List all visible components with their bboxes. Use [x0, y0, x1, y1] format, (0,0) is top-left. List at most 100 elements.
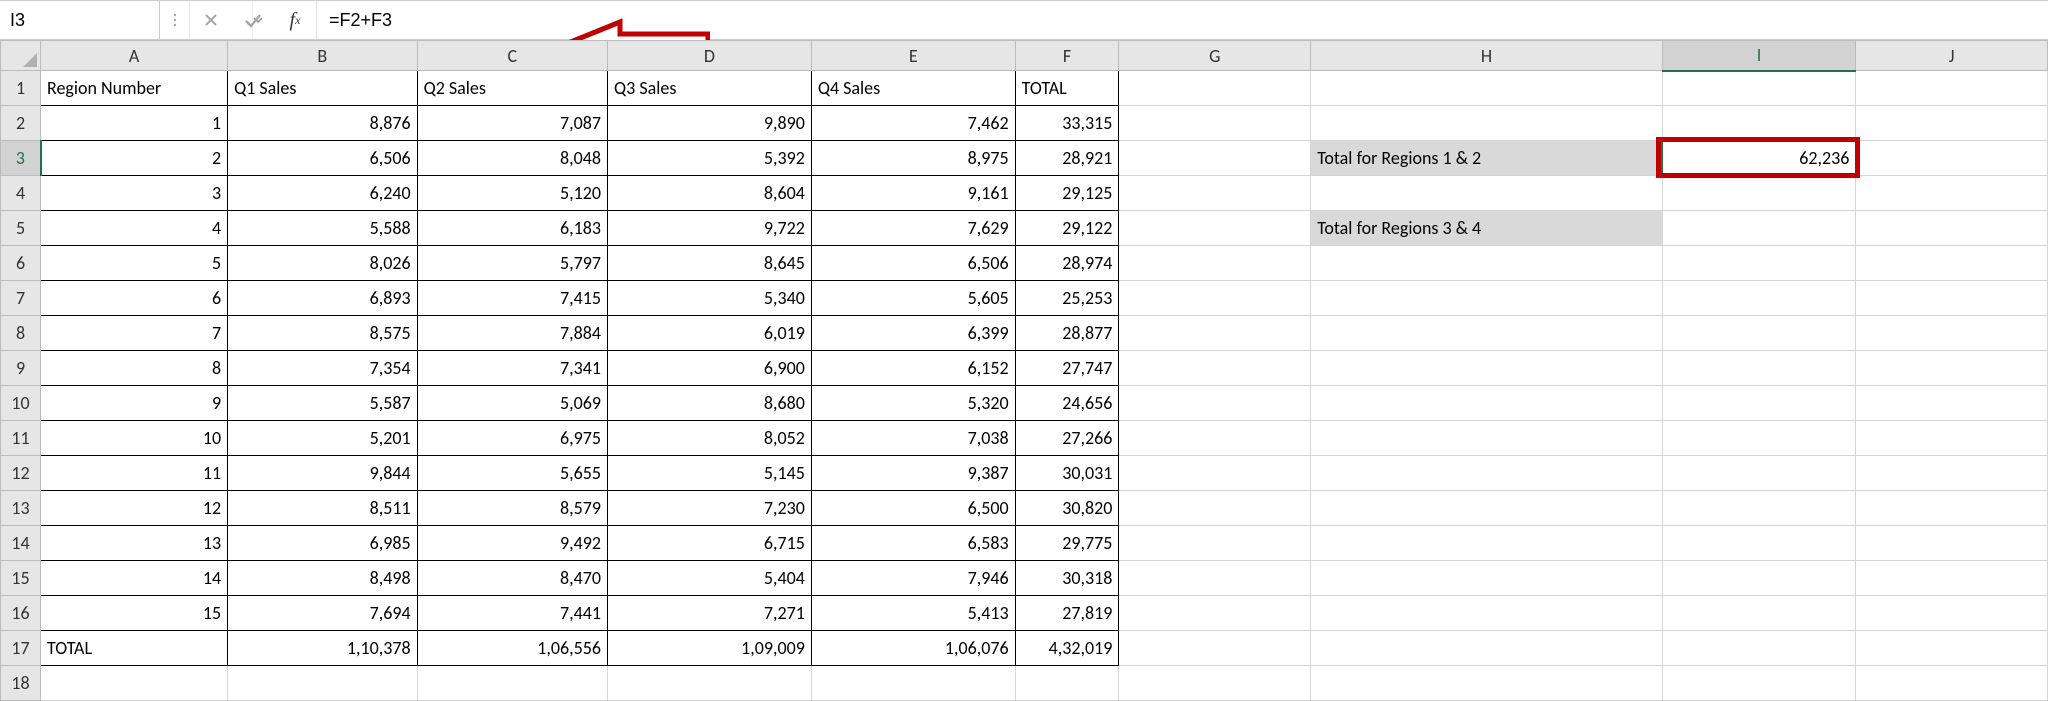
cell-E16[interactable]: 5,413: [811, 596, 1015, 631]
row-header-10[interactable]: 10: [1, 386, 41, 421]
cell-H9[interactable]: [1311, 351, 1663, 386]
row-header-16[interactable]: 16: [1, 596, 41, 631]
cell-D14[interactable]: 6,715: [608, 526, 812, 561]
cell-C15[interactable]: 8,470: [417, 561, 607, 596]
cell-B17[interactable]: 1,10,378: [228, 631, 418, 666]
cell-I15[interactable]: [1662, 561, 1856, 596]
col-header-A[interactable]: A: [41, 41, 228, 71]
col-header-I[interactable]: I: [1662, 41, 1856, 71]
col-header-J[interactable]: J: [1856, 41, 2048, 71]
cell-A11[interactable]: 10: [41, 421, 228, 456]
cell-A10[interactable]: 9: [41, 386, 228, 421]
cell-I2[interactable]: [1662, 106, 1856, 141]
cell-I12[interactable]: [1662, 456, 1856, 491]
cell-D8[interactable]: 6,019: [608, 316, 812, 351]
cell-G2[interactable]: [1119, 106, 1311, 141]
row-header-4[interactable]: 4: [1, 176, 41, 211]
cell-C11[interactable]: 6,975: [417, 421, 607, 456]
cell-B18[interactable]: [228, 666, 418, 701]
cell-C3[interactable]: 8,048: [417, 141, 607, 176]
cell-C17[interactable]: 1,06,556: [417, 631, 607, 666]
cell-F13[interactable]: 30,820: [1015, 491, 1119, 526]
cell-I4[interactable]: [1662, 176, 1856, 211]
cell-H16[interactable]: [1311, 596, 1663, 631]
spreadsheet-grid[interactable]: ABCDEFGHIJ1Region NumberQ1 SalesQ2 Sales…: [0, 40, 2048, 701]
cell-F17[interactable]: 4,32,019: [1015, 631, 1119, 666]
cell-C9[interactable]: 7,341: [417, 351, 607, 386]
row-header-6[interactable]: 6: [1, 246, 41, 281]
col-header-H[interactable]: H: [1311, 41, 1663, 71]
cell-J7[interactable]: [1856, 281, 2048, 316]
cell-E14[interactable]: 6,583: [811, 526, 1015, 561]
row-header-11[interactable]: 11: [1, 421, 41, 456]
cell-E10[interactable]: 5,320: [811, 386, 1015, 421]
cell-B7[interactable]: 6,893: [228, 281, 418, 316]
cell-B10[interactable]: 5,587: [228, 386, 418, 421]
cell-A13[interactable]: 12: [41, 491, 228, 526]
col-header-G[interactable]: G: [1119, 41, 1311, 71]
cell-D12[interactable]: 5,145: [608, 456, 812, 491]
formula-expand-icon[interactable]: [160, 1, 190, 39]
cell-C13[interactable]: 8,579: [417, 491, 607, 526]
cell-I11[interactable]: [1662, 421, 1856, 456]
col-header-D[interactable]: D: [608, 41, 812, 71]
cell-D13[interactable]: 7,230: [608, 491, 812, 526]
cell-B4[interactable]: 6,240: [228, 176, 418, 211]
cell-G11[interactable]: [1119, 421, 1311, 456]
cell-F12[interactable]: 30,031: [1015, 456, 1119, 491]
cell-C5[interactable]: 6,183: [417, 211, 607, 246]
cell-D18[interactable]: [608, 666, 812, 701]
cell-G4[interactable]: [1119, 176, 1311, 211]
cell-E6[interactable]: 6,506: [811, 246, 1015, 281]
cell-A2[interactable]: 1: [41, 106, 228, 141]
cell-H5[interactable]: Total for Regions 3 & 4: [1311, 211, 1663, 246]
cell-A15[interactable]: 14: [41, 561, 228, 596]
cell-E5[interactable]: 7,629: [811, 211, 1015, 246]
cell-D11[interactable]: 8,052: [608, 421, 812, 456]
cell-B15[interactable]: 8,498: [228, 561, 418, 596]
cell-J9[interactable]: [1856, 351, 2048, 386]
cell-I17[interactable]: [1662, 631, 1856, 666]
row-header-15[interactable]: 15: [1, 561, 41, 596]
cell-D3[interactable]: 5,392: [608, 141, 812, 176]
cell-A8[interactable]: 7: [41, 316, 228, 351]
cell-F5[interactable]: 29,122: [1015, 211, 1119, 246]
cell-A3[interactable]: 2: [41, 141, 228, 176]
cell-H14[interactable]: [1311, 526, 1663, 561]
cell-J1[interactable]: [1856, 71, 2048, 106]
cell-I9[interactable]: [1662, 351, 1856, 386]
row-header-5[interactable]: 5: [1, 211, 41, 246]
cell-H15[interactable]: [1311, 561, 1663, 596]
cell-J18[interactable]: [1856, 666, 2048, 701]
cell-F4[interactable]: 29,125: [1015, 176, 1119, 211]
cell-A12[interactable]: 11: [41, 456, 228, 491]
cell-F18[interactable]: [1015, 666, 1119, 701]
cell-C18[interactable]: [417, 666, 607, 701]
cell-I3[interactable]: 62,236: [1662, 141, 1856, 176]
cell-F16[interactable]: 27,819: [1015, 596, 1119, 631]
cell-A6[interactable]: 5: [41, 246, 228, 281]
cell-D9[interactable]: 6,900: [608, 351, 812, 386]
cell-B6[interactable]: 8,026: [228, 246, 418, 281]
cell-E8[interactable]: 6,399: [811, 316, 1015, 351]
cell-G18[interactable]: [1119, 666, 1311, 701]
cell-A16[interactable]: 15: [41, 596, 228, 631]
cell-D1[interactable]: Q3 Sales: [608, 71, 812, 106]
cell-I6[interactable]: [1662, 246, 1856, 281]
cancel-icon[interactable]: [190, 1, 232, 39]
cell-C6[interactable]: 5,797: [417, 246, 607, 281]
cell-D15[interactable]: 5,404: [608, 561, 812, 596]
cell-F14[interactable]: 29,775: [1015, 526, 1119, 561]
cell-I1[interactable]: [1662, 71, 1856, 106]
cell-F9[interactable]: 27,747: [1015, 351, 1119, 386]
cell-B9[interactable]: 7,354: [228, 351, 418, 386]
row-header-17[interactable]: 17: [1, 631, 41, 666]
cell-B5[interactable]: 5,588: [228, 211, 418, 246]
cell-I16[interactable]: [1662, 596, 1856, 631]
cell-J14[interactable]: [1856, 526, 2048, 561]
cell-H12[interactable]: [1311, 456, 1663, 491]
cell-G14[interactable]: [1119, 526, 1311, 561]
cell-H6[interactable]: [1311, 246, 1663, 281]
cell-F15[interactable]: 30,318: [1015, 561, 1119, 596]
cell-H13[interactable]: [1311, 491, 1663, 526]
